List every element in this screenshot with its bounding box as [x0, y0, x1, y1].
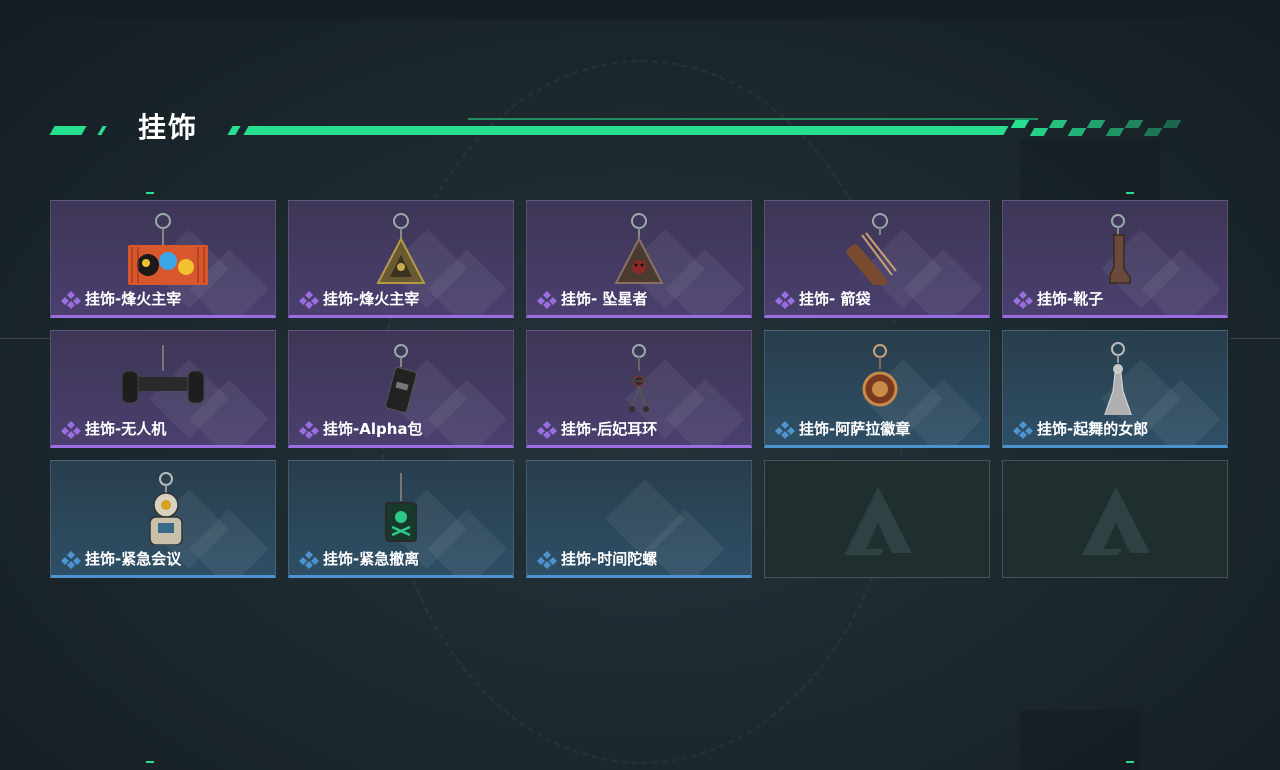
section-title: 挂饰: [138, 111, 199, 144]
alpha-pack-charm-icon: [385, 344, 417, 413]
header-checker-square: [1105, 128, 1125, 136]
dancer-charm-icon: [1104, 342, 1132, 415]
charm-label: 挂饰-紧急会议: [61, 548, 181, 569]
charm-card[interactable]: 挂饰-Alpha包: [288, 330, 514, 448]
charm-name: 挂饰-时间陀螺: [561, 550, 658, 568]
graffiti-charm-icon: [128, 213, 208, 285]
epic-rarity-icon: [299, 420, 319, 439]
empty-slot-logo-icon: [1082, 487, 1150, 555]
rare-rarity-icon: [61, 550, 81, 569]
charm-card[interactable]: 挂饰- 箭袋: [764, 200, 990, 318]
rare-rarity-icon: [1013, 420, 1033, 439]
charm-label: 挂饰-烽火主宰: [299, 288, 419, 309]
rare-rarity-icon: [299, 550, 319, 569]
epic-rarity-icon: [61, 420, 81, 439]
corner-mark: [146, 761, 154, 763]
charm-card[interactable]: 挂饰-烽火主宰: [288, 200, 514, 318]
charm-name: 挂饰-阿萨拉徽章: [799, 420, 911, 438]
earring-charm-icon: [629, 344, 649, 412]
charm-card[interactable]: 挂饰-紧急会议: [50, 460, 276, 578]
empty-slot-logo-icon: [844, 487, 912, 555]
header-checker-square: [1162, 120, 1182, 128]
charm-name: 挂饰-烽火主宰: [323, 290, 420, 308]
background-shape: [1020, 140, 1160, 200]
drone-charm-icon: [121, 345, 205, 404]
top-bar: [0, 0, 1280, 20]
charm-card[interactable]: 挂饰-起舞的女郎: [1002, 330, 1228, 448]
quiver-charm-icon: [846, 213, 897, 285]
corner-mark: [146, 192, 154, 194]
header-checker-square: [1086, 120, 1106, 128]
boot-charm-icon: [1109, 214, 1131, 284]
meeting-charm-icon: [149, 472, 183, 545]
charm-label: 挂饰- 坠星者: [537, 288, 647, 309]
charm-name: 挂饰-无人机: [85, 420, 167, 438]
charm-name: 挂饰- 坠星者: [561, 290, 648, 308]
charm-name: 挂饰-紧急撤离: [323, 550, 420, 568]
charm-label: 挂饰- 箭袋: [775, 288, 870, 309]
charm-name: 挂饰- 箭袋: [799, 290, 871, 308]
charm-name: 挂饰-靴子: [1037, 290, 1104, 308]
charm-card[interactable]: 挂饰-烽火主宰: [50, 200, 276, 318]
header-checker-square: [1048, 120, 1068, 128]
corner-mark: [1126, 761, 1134, 763]
charm-label: 挂饰-时间陀螺: [537, 548, 657, 569]
epic-rarity-icon: [61, 290, 81, 309]
header-thin-line: [468, 118, 1038, 120]
charm-card[interactable]: 挂饰-无人机: [50, 330, 276, 448]
header-checker-square: [1143, 128, 1163, 136]
charm-label: 挂饰-阿萨拉徽章: [775, 418, 910, 439]
charm-name: 挂饰-起舞的女郎: [1037, 420, 1149, 438]
corner-mark: [1126, 192, 1134, 194]
charm-label: 挂饰-起舞的女郎: [1013, 418, 1148, 439]
charm-card[interactable]: 挂饰-紧急撤离: [288, 460, 514, 578]
charm-label: 挂饰-烽火主宰: [61, 288, 181, 309]
header-checker-square: [1067, 128, 1087, 136]
charm-name: 挂饰-后妃耳环: [561, 420, 658, 438]
header-checker-square: [1124, 120, 1144, 128]
evac-charm-icon: [385, 473, 417, 542]
section-header: 挂饰: [48, 108, 1208, 148]
epic-rarity-icon: [775, 290, 795, 309]
charm-name: 挂饰-烽火主宰: [85, 290, 182, 308]
header-accent: [97, 126, 107, 135]
charm-label: 挂饰-后妃耳环: [537, 418, 657, 439]
empty-slot[interactable]: [764, 460, 990, 578]
medal-charm-icon: [862, 344, 898, 407]
charm-label: 挂饰-Alpha包: [299, 418, 423, 439]
header-accent: [227, 126, 241, 135]
side-rail-right: [1230, 338, 1280, 339]
epic-rarity-icon: [299, 290, 319, 309]
charm-label: 挂饰-靴子: [1013, 288, 1103, 309]
charm-name: 挂饰-Alpha包: [323, 420, 423, 438]
epic-rarity-icon: [537, 290, 557, 309]
charm-label: 挂饰-紧急撤离: [299, 548, 419, 569]
charm-label: 挂饰-无人机: [61, 418, 166, 439]
charm-card[interactable]: 挂饰-阿萨拉徽章: [764, 330, 990, 448]
header-accent: [49, 126, 87, 135]
header-progress-line: [243, 126, 1009, 135]
charm-name: 挂饰-紧急会议: [85, 550, 182, 568]
charm-grid: 挂饰-烽火主宰 挂饰-烽火主宰 挂饰- 坠星者 挂饰- 箭袋 挂饰-靴子 挂饰-…: [50, 200, 1230, 580]
epic-rarity-icon: [537, 420, 557, 439]
epic-rarity-icon: [1013, 290, 1033, 309]
rare-rarity-icon: [775, 420, 795, 439]
triangle-badge-charm-icon: [376, 213, 426, 284]
charm-card[interactable]: 挂饰- 坠星者: [526, 200, 752, 318]
side-rail-left: [0, 338, 50, 339]
header-checker-square: [1010, 120, 1030, 128]
charm-card[interactable]: 挂饰-靴子: [1002, 200, 1228, 318]
charm-card[interactable]: 挂饰-时间陀螺: [526, 460, 752, 578]
charm-card[interactable]: 挂饰-后妃耳环: [526, 330, 752, 448]
header-checker-square: [1029, 128, 1049, 136]
empty-slot[interactable]: [1002, 460, 1228, 578]
triangle-skull-charm-icon: [614, 213, 664, 284]
background-shape: [1020, 710, 1140, 770]
rare-rarity-icon: [537, 550, 557, 569]
